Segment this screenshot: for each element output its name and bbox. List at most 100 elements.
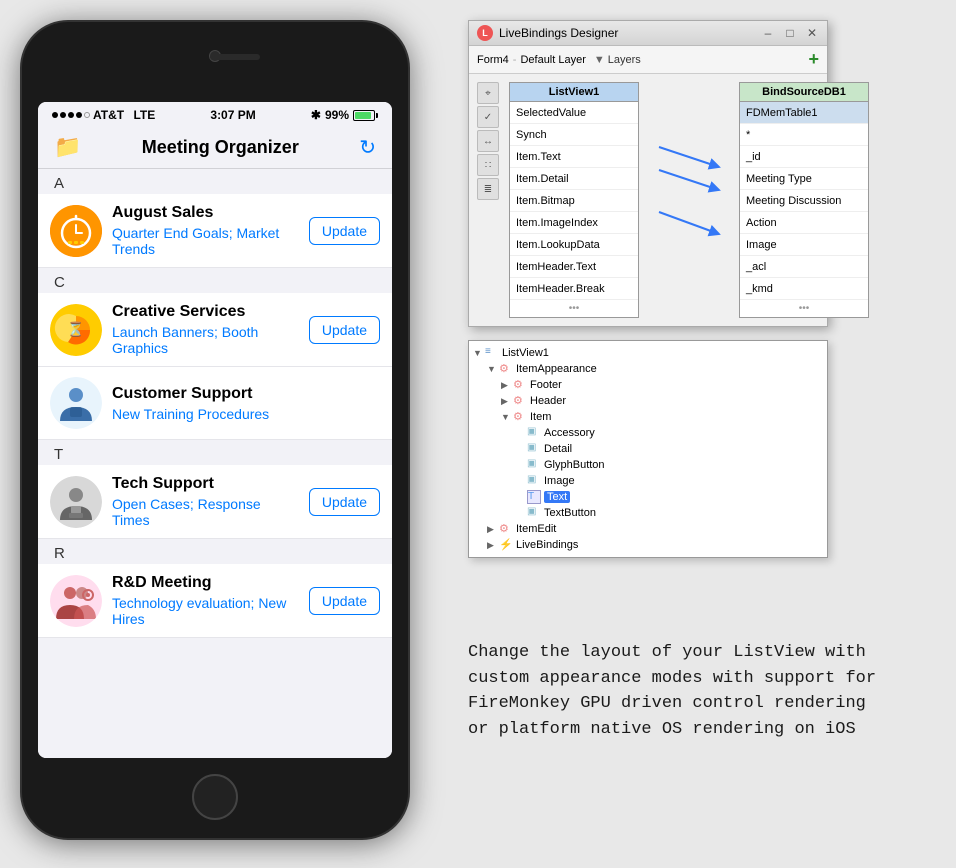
- lv-row-synch[interactable]: Synch: [510, 124, 638, 146]
- tree-label-accessory: Accessory: [544, 427, 595, 439]
- list-item-rd-meeting[interactable]: R&D Meeting Technology evaluation; New H…: [38, 564, 392, 638]
- tree-label-itemapp: ItemAppearance: [516, 363, 597, 375]
- bs-row-image[interactable]: Image: [740, 234, 868, 256]
- close-btn[interactable]: ✕: [805, 26, 819, 40]
- bs-row-acl[interactable]: _acl: [740, 256, 868, 278]
- desc-line4: or platform native OS rendering on iOS: [468, 717, 928, 743]
- folder-icon[interactable]: 📁: [54, 134, 81, 160]
- time-label: 3:07 PM: [210, 108, 255, 122]
- lv-row-itemlookupdata[interactable]: Item.LookupData: [510, 234, 638, 256]
- window-title: LiveBindings Designer: [499, 26, 761, 40]
- tree-label-listview1: ListView1: [502, 347, 549, 359]
- update-btn-tech-support[interactable]: Update: [309, 488, 380, 516]
- list-item-tech-support[interactable]: Tech Support Open Cases; Response Times …: [38, 465, 392, 539]
- lv-row-itembitmap[interactable]: Item.Bitmap: [510, 190, 638, 212]
- bs-row-star[interactable]: *: [740, 124, 868, 146]
- tree-expand-lb[interactable]: ▶: [487, 540, 499, 551]
- phone-screen: AT&T LTE 3:07 PM ✱ 99%: [38, 102, 392, 758]
- description-text: Change the layout of your ListView with …: [468, 640, 928, 742]
- tree-expand-glyph: [515, 460, 527, 470]
- home-button[interactable]: [192, 774, 238, 820]
- hand-tool[interactable]: ✓: [477, 106, 499, 128]
- lv-row-selectedvalue[interactable]: SelectedValue: [510, 102, 638, 124]
- tree-expand-listview1[interactable]: ▼: [473, 348, 485, 358]
- svg-text:⏳: ⏳: [67, 321, 84, 338]
- minimize-btn[interactable]: –: [761, 26, 775, 40]
- signal-dot-1: [52, 112, 58, 118]
- update-btn-rd-meeting[interactable]: Update: [309, 587, 380, 615]
- maximize-btn[interactable]: □: [783, 26, 797, 40]
- item-detail-creative-services: Launch Banners; Booth Graphics: [112, 324, 299, 356]
- listview-table-header: ListView1: [510, 83, 638, 102]
- section-header-t: T: [38, 440, 392, 465]
- tree-expand-item[interactable]: ▼: [501, 412, 513, 422]
- desc-line2: custom appearance modes with support for: [468, 666, 928, 692]
- item-content-august-sales: August Sales Quarter End Goals; Market T…: [112, 204, 299, 257]
- list-item-customer-support[interactable]: Customer Support New Training Procedures: [38, 367, 392, 440]
- bs-row-kmd[interactable]: _kmd: [740, 278, 868, 300]
- tree-detail[interactable]: ▣ Detail: [473, 441, 823, 457]
- lv-row-itemheadertext[interactable]: ItemHeader.Text: [510, 256, 638, 278]
- cursor-tool[interactable]: ⌖: [477, 82, 499, 104]
- tree-textbutton[interactable]: ▣ TextButton: [473, 505, 823, 521]
- lv-row-itemdetail[interactable]: Item.Detail: [510, 168, 638, 190]
- tree-label-item: Item: [530, 411, 551, 423]
- item-detail-rd-meeting: Technology evaluation; New Hires: [112, 595, 299, 627]
- listview-table: ListView1 SelectedValue Synch Item.Text …: [509, 82, 639, 318]
- bs-row-action[interactable]: Action: [740, 212, 868, 234]
- tree-header[interactable]: ▶ ⚙ Header: [473, 393, 823, 409]
- network-label: LTE: [133, 108, 155, 122]
- add-button[interactable]: +: [808, 49, 819, 70]
- tree-label-footer: Footer: [530, 379, 562, 391]
- battery-percent: 99%: [325, 108, 349, 122]
- tree-itemedit[interactable]: ▶ ⚙ ItemEdit: [473, 521, 823, 537]
- tree-expand-footer[interactable]: ▶: [501, 380, 513, 391]
- bs-row-fdmemtable[interactable]: FDMemTable1: [740, 102, 868, 124]
- update-btn-creative-services[interactable]: Update: [309, 316, 380, 344]
- link-tool[interactable]: ↔: [477, 130, 499, 152]
- list-item-august-sales[interactable]: August Sales Quarter End Goals; Market T…: [38, 194, 392, 268]
- tree-icon-image: ▣: [527, 474, 541, 488]
- tree-expand-header[interactable]: ▶: [501, 396, 513, 407]
- list-item-creative-services[interactable]: ⏳ Creative Services Launch Banners; Boot…: [38, 293, 392, 367]
- tree-text[interactable]: T Text: [473, 489, 823, 505]
- lv-row-itemheaderbreak[interactable]: ItemHeader.Break: [510, 278, 638, 300]
- tree-expand-itemapp[interactable]: ▼: [487, 364, 499, 374]
- lv-row-itemimageindex[interactable]: Item.ImageIndex: [510, 212, 638, 234]
- item-icon-rd-meeting: [50, 575, 102, 627]
- tree-itemappearance[interactable]: ▼ ⚙ ItemAppearance: [473, 361, 823, 377]
- lv-row-itemtext[interactable]: Item.Text: [510, 146, 638, 168]
- item-content-tech-support: Tech Support Open Cases; Response Times: [112, 475, 299, 528]
- bs-row-meetingdiscussion[interactable]: Meeting Discussion: [740, 190, 868, 212]
- designer-toolbar: Form4 - Default Layer ▼ Layers +: [469, 46, 827, 74]
- grid-tool[interactable]: ∷: [477, 154, 499, 176]
- toolbar-left: Form4 - Default Layer: [477, 54, 586, 66]
- window-buttons[interactable]: – □ ✕: [761, 26, 819, 40]
- tree-glyphbutton[interactable]: ▣ GlyphButton: [473, 457, 823, 473]
- status-bar: AT&T LTE 3:07 PM ✱ 99%: [38, 102, 392, 126]
- tree-livebindings[interactable]: ▶ ⚡ LiveBindings: [473, 537, 823, 553]
- bs-more[interactable]: •••: [740, 300, 868, 317]
- tree-listview1[interactable]: ▼ ≡ ListView1: [473, 345, 823, 361]
- tree-footer[interactable]: ▶ ⚙ Footer: [473, 377, 823, 393]
- signal-dot-2: [60, 112, 66, 118]
- filter-icon: ▼: [594, 54, 605, 66]
- update-btn-august-sales[interactable]: Update: [309, 217, 380, 245]
- list-content[interactable]: A: [38, 169, 392, 758]
- item-title-creative-services: Creative Services: [112, 303, 299, 321]
- signal-dot-3: [68, 112, 74, 118]
- refresh-icon[interactable]: ↻: [359, 135, 376, 160]
- layout-tool[interactable]: ≣: [477, 178, 499, 200]
- tree-expand-text: [515, 492, 527, 502]
- tree-accessory[interactable]: ▣ Accessory: [473, 425, 823, 441]
- item-detail-customer-support: New Training Procedures: [112, 406, 380, 422]
- tree-image[interactable]: ▣ Image: [473, 473, 823, 489]
- lv-more[interactable]: •••: [510, 300, 638, 317]
- bs-row-meetingtype[interactable]: Meeting Type: [740, 168, 868, 190]
- tree-expand-itemedit[interactable]: ▶: [487, 524, 499, 535]
- tree-item[interactable]: ▼ ⚙ Item: [473, 409, 823, 425]
- form-label: Form4: [477, 54, 509, 66]
- layers-button[interactable]: ▼ Layers: [594, 54, 641, 66]
- bs-row-id[interactable]: _id: [740, 146, 868, 168]
- bluetooth-icon: ✱: [311, 108, 321, 122]
